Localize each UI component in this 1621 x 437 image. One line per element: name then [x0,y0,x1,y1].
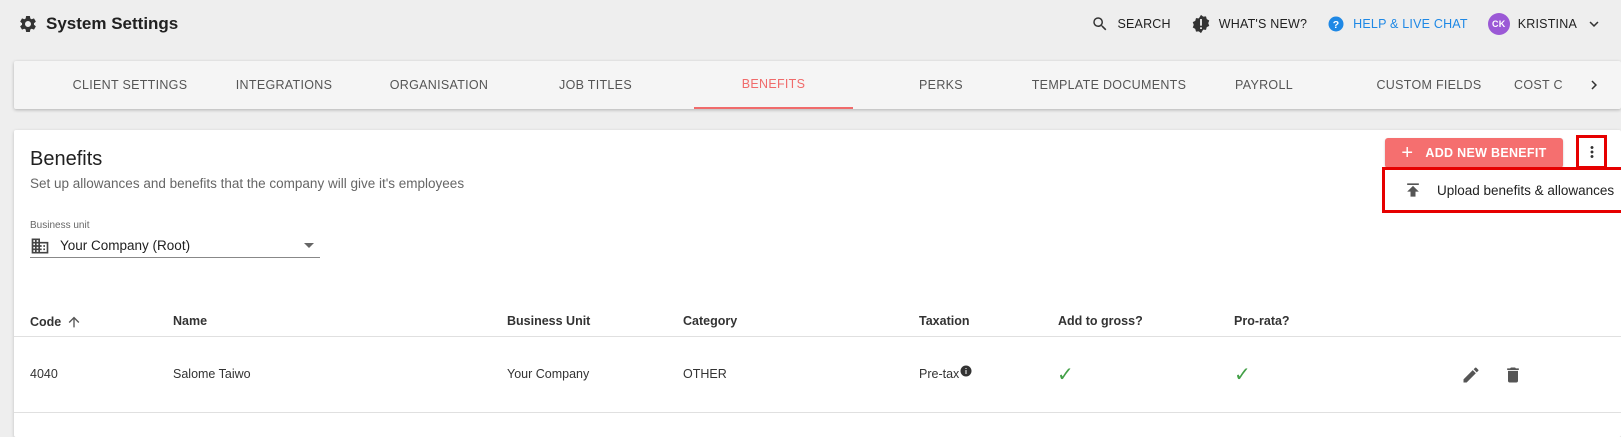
tab-perks[interactable]: PERKS [861,61,1021,109]
business-unit-select[interactable]: Your Company (Root) [30,234,320,258]
upload-icon [1407,183,1419,197]
cell-code: 4040 [30,367,58,381]
taxation-value: Pre-tax [919,367,960,381]
whats-new-button[interactable]: WHAT'S NEW? [1191,14,1307,34]
building-icon [31,238,49,253]
cell-category: OTHER [683,367,727,381]
app-title: System Settings [18,14,178,34]
delete-button[interactable] [1501,363,1525,387]
pencil-icon [1463,367,1479,383]
business-unit-label: Business unit [30,220,90,231]
benefits-card: Benefits Set up allowances and benefits … [14,130,1621,437]
column-header-name[interactable]: Name [173,314,207,328]
upload-menu-label: Upload benefits & allowances [1437,182,1615,198]
column-header-add-to-gross[interactable]: Add to gross? [1058,314,1143,328]
tab-integrations[interactable]: INTEGRATIONS [209,61,359,109]
tab-client-settings[interactable]: CLIENT SETTINGS [30,61,230,109]
table-header: Code Name Business Unit Category Taxatio… [14,306,1621,337]
top-bar: System Settings SEARCH WHAT'S NEW? ? HEL… [0,0,1621,50]
search-label: SEARCH [1117,17,1171,31]
help-live-chat-link[interactable]: ? HELP & LIVE CHAT [1327,15,1468,33]
cell-taxation: Pre-tax [919,365,972,381]
user-menu[interactable]: CK KRISTINA [1487,13,1603,35]
tab-template-documents[interactable]: TEMPLATE DOCUMENTS [1009,61,1209,109]
add-button-label: ADD NEW BENEFIT [1425,146,1547,160]
cell-pro-rata-check: ✓ [1234,364,1251,386]
trash-icon [1507,367,1519,383]
info-icon[interactable] [960,365,972,377]
user-name: KRISTINA [1517,17,1577,31]
column-header-business-unit[interactable]: Business Unit [507,314,590,328]
column-header-pro-rata[interactable]: Pro-rata? [1234,314,1290,328]
column-header-code[interactable]: Code [30,314,82,330]
dropdown-arrow-icon [304,243,314,248]
section-subtitle: Set up allowances and benefits that the … [30,176,465,191]
tab-custom-fields[interactable]: CUSTOM FIELDS [1339,61,1519,109]
business-unit-value: Your Company (Root) [60,238,191,253]
svg-text:?: ? [1333,19,1340,31]
chevron-down-icon [1589,21,1599,27]
search-button[interactable]: SEARCH [1091,15,1171,33]
more-vert-icon [1590,146,1593,158]
table-row[interactable]: 4040 Salome Taiwo Your Company OTHER Pre… [14,337,1621,413]
settings-tabs: CLIENT SETTINGS INTEGRATIONS ORGANISATIO… [14,61,1621,109]
more-options-button[interactable] [1576,135,1607,169]
chevron-right-icon [1591,80,1597,90]
edit-button[interactable] [1459,363,1483,387]
sort-ascending-icon [68,316,80,328]
page-heading: System Settings [46,14,179,33]
search-icon [1093,17,1107,31]
cell-name: Salome Taiwo [173,367,251,381]
help-icon: ? [1328,16,1344,32]
column-header-taxation[interactable]: Taxation [919,314,969,328]
tabs-scroll-right-button[interactable] [1581,61,1607,109]
section-title: Benefits [30,148,103,170]
tab-job-titles[interactable]: JOB TITLES [518,61,673,109]
add-new-benefit-button[interactable]: + ADD NEW BENEFIT [1385,138,1563,168]
avatar: CK [1487,13,1510,35]
cell-add-to-gross-check: ✓ [1057,364,1074,386]
gear-icon [20,15,36,32]
whats-new-label: WHAT'S NEW? [1218,17,1308,31]
cell-business-unit: Your Company [507,367,590,381]
tab-organisation[interactable]: ORGANISATION [364,61,514,109]
plus-icon: + [1401,142,1414,164]
announcement-badge-icon [1192,14,1210,34]
upload-benefits-menu-item[interactable]: Upload benefits & allowances [1382,167,1621,213]
tab-benefits[interactable]: BENEFITS [694,61,853,109]
column-header-category[interactable]: Category [683,314,737,328]
tab-payroll[interactable]: PAYROLL [1189,61,1339,109]
help-label: HELP & LIVE CHAT [1353,17,1468,31]
